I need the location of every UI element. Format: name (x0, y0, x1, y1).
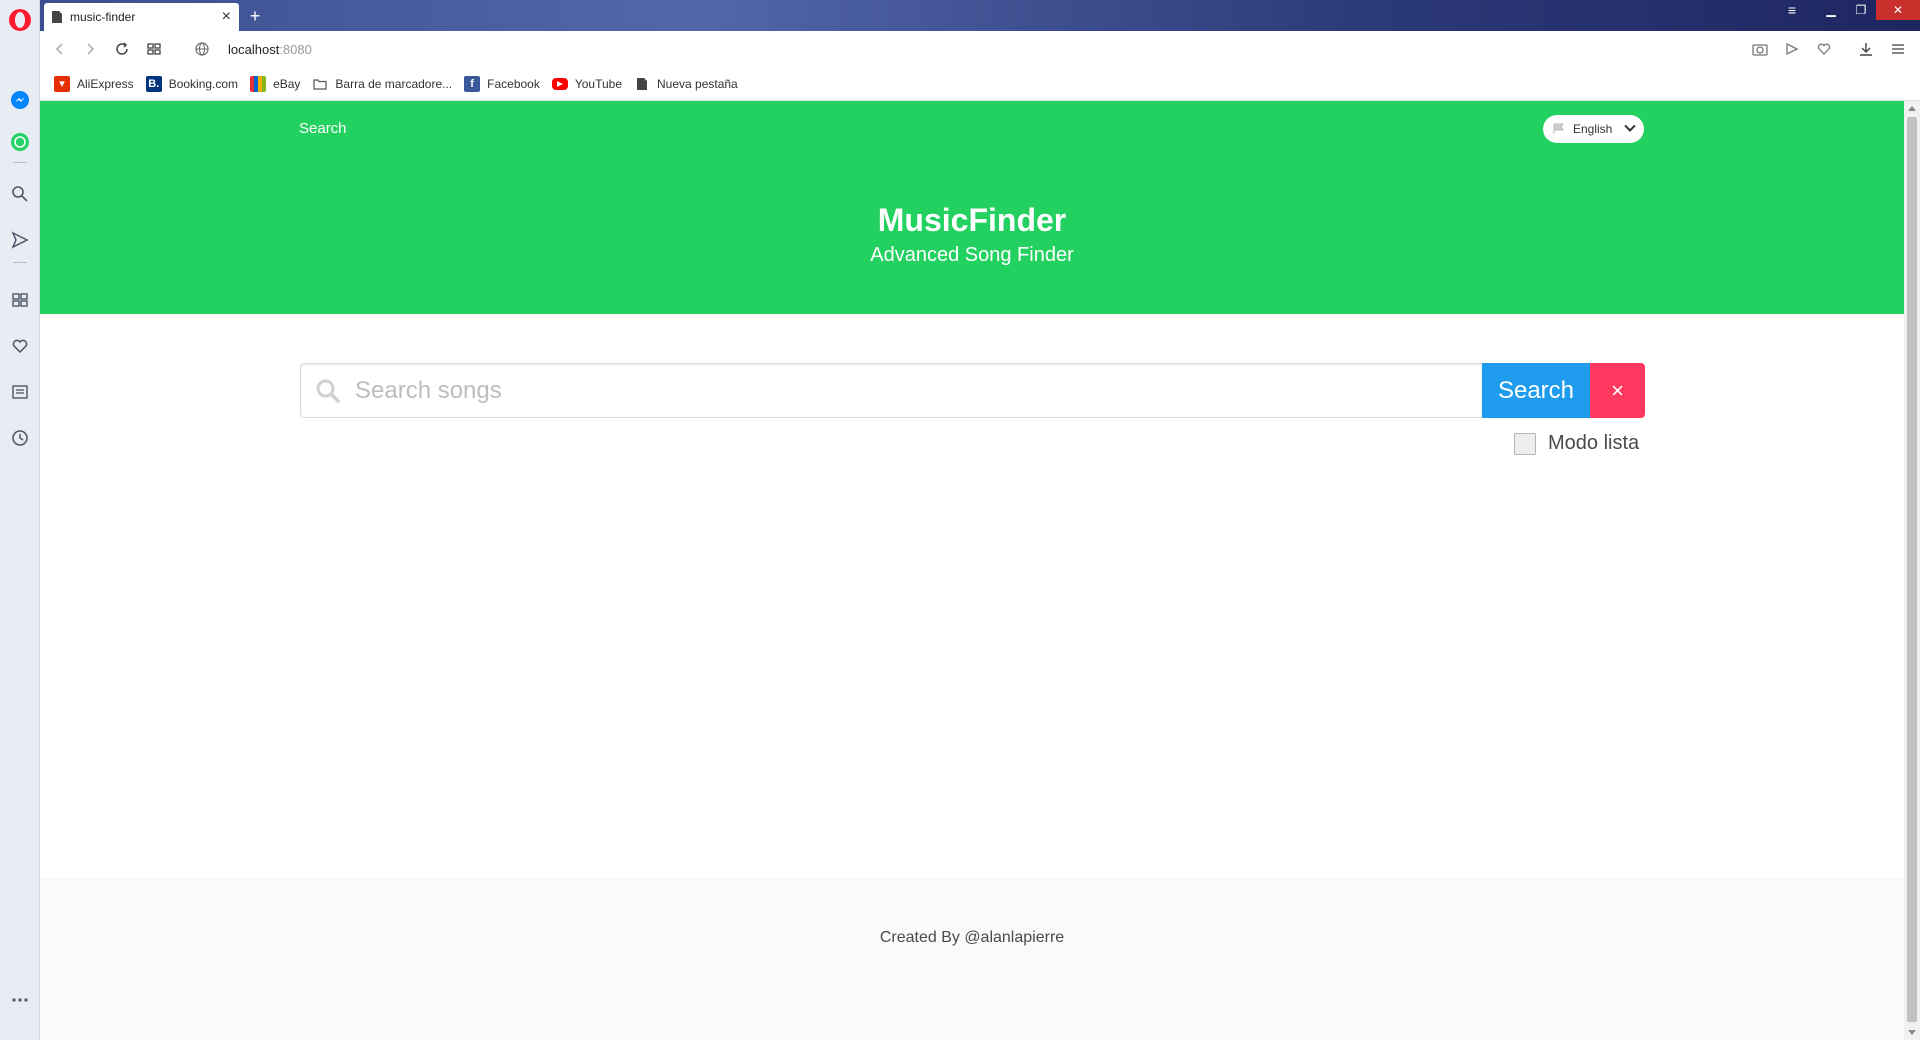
bookmark-label: Booking.com (168, 76, 239, 91)
heart-icon[interactable] (8, 334, 32, 358)
send-icon[interactable] (8, 228, 32, 252)
search-button[interactable]: Search (1482, 363, 1590, 418)
bookmark-label: Barra de marcadore... (335, 76, 453, 91)
booking-icon: B. (145, 75, 162, 92)
language-value: English (1573, 122, 1613, 136)
page-scrollbar[interactable] (1904, 101, 1920, 1040)
history-clock-icon[interactable] (8, 426, 32, 450)
news-icon[interactable] (8, 380, 32, 404)
window-controls: ▁ ❐ ✕ (1816, 0, 1920, 20)
scroll-up-icon[interactable] (1908, 106, 1916, 111)
search-icon (316, 379, 340, 403)
minimize-button[interactable]: ▁ (1816, 0, 1846, 20)
page-icon (52, 11, 62, 23)
search-field-wrapper (300, 363, 1482, 418)
download-icon[interactable] (1856, 39, 1876, 59)
snapshot-camera-icon[interactable] (1750, 39, 1770, 59)
url-port: :8080 (279, 42, 312, 57)
list-mode-checkbox[interactable] (1514, 432, 1536, 455)
browser-sidebar (0, 0, 40, 1040)
clear-button[interactable]: × (1590, 363, 1645, 418)
tab-bar: music-finder × + ≡ ▁ ❐ ✕ (40, 0, 1920, 31)
youtube-icon (551, 77, 568, 90)
ebay-icon (250, 75, 267, 92)
bookmark-label: AliExpress (77, 76, 134, 91)
url-field[interactable]: localhost:8080 (228, 42, 312, 57)
reload-icon[interactable] (112, 39, 132, 59)
page-title: MusicFinder (877, 202, 1067, 238)
bookmark-aliexpress[interactable]: ▾ AliExpress (54, 75, 134, 92)
page-footer: Created By @alanlapierre (40, 878, 1904, 1040)
sidebar-divider (13, 262, 27, 263)
bookmark-ebay[interactable]: eBay (250, 75, 301, 92)
bookmark-label: YouTube (574, 76, 622, 91)
aliexpress-icon: ▾ (54, 75, 70, 92)
close-window-button[interactable]: ✕ (1876, 0, 1920, 20)
bookmark-heart-icon[interactable] (1814, 39, 1834, 59)
page-subtitle: Advanced Song Finder (870, 244, 1074, 266)
bookmark-facebook[interactable]: f Facebook (464, 75, 540, 92)
search-bar: Search × (300, 363, 1645, 418)
bookmark-youtube[interactable]: YouTube (551, 76, 622, 91)
url-host: localhost (228, 42, 280, 57)
bookmark-new-tab[interactable]: Nueva pestaña (634, 76, 738, 92)
scroll-thumb[interactable] (1907, 117, 1917, 1022)
close-tab-icon[interactable]: × (222, 9, 231, 25)
tab-title: music-finder (70, 10, 136, 24)
bookmark-folder[interactable]: Barra de marcadore... (312, 76, 452, 92)
sidebar-divider (13, 162, 27, 163)
list-mode-toggle[interactable]: Modo lista (1514, 432, 1639, 455)
maximize-button[interactable]: ❐ (1846, 0, 1876, 20)
globe-icon[interactable] (192, 39, 212, 59)
address-bar: localhost:8080 (40, 31, 1920, 67)
tabs-grid-icon[interactable] (144, 39, 164, 59)
speed-dial-icon[interactable] (8, 288, 32, 312)
folder-icon (312, 76, 328, 92)
chevron-down-icon (1624, 120, 1636, 132)
bookmark-label: eBay (273, 76, 301, 91)
page-icon (634, 76, 650, 92)
more-options-icon[interactable] (8, 988, 32, 1012)
bookmark-booking[interactable]: B. Booking.com (145, 75, 239, 92)
forward-icon[interactable] (80, 39, 100, 59)
scroll-down-icon[interactable] (1908, 1030, 1916, 1035)
back-icon[interactable] (50, 39, 70, 59)
messenger-icon[interactable] (8, 88, 32, 112)
nav-search-link[interactable]: Search (299, 120, 347, 137)
hero-header: Search English MusicFinder Advanced Song… (40, 101, 1904, 314)
page-viewport: Search English MusicFinder Advanced Song… (40, 101, 1904, 1040)
opera-logo-icon[interactable] (9, 9, 31, 31)
tab-music-finder[interactable]: music-finder × (44, 3, 239, 31)
search-icon[interactable] (8, 182, 32, 206)
search-input[interactable] (355, 364, 1476, 417)
facebook-icon: f (464, 75, 481, 92)
bookmark-label: Nueva pestaña (657, 76, 738, 91)
language-select[interactable]: English (1543, 115, 1644, 143)
tab-menu-icon[interactable]: ≡ (1788, 2, 1796, 18)
footer-credit: Created By @alanlapierre (879, 929, 1065, 946)
whatsapp-icon[interactable] (8, 130, 32, 154)
bookmark-label: Facebook (487, 76, 540, 91)
easy-setup-icon[interactable] (1888, 39, 1908, 59)
flag-icon (1553, 123, 1565, 135)
new-tab-button[interactable]: + (246, 7, 264, 25)
share-send-icon[interactable] (1782, 39, 1802, 59)
list-mode-label: Modo lista (1548, 432, 1640, 454)
bookmarks-bar: ▾ AliExpress B. Booking.com eBay Barra d… (40, 67, 1920, 101)
